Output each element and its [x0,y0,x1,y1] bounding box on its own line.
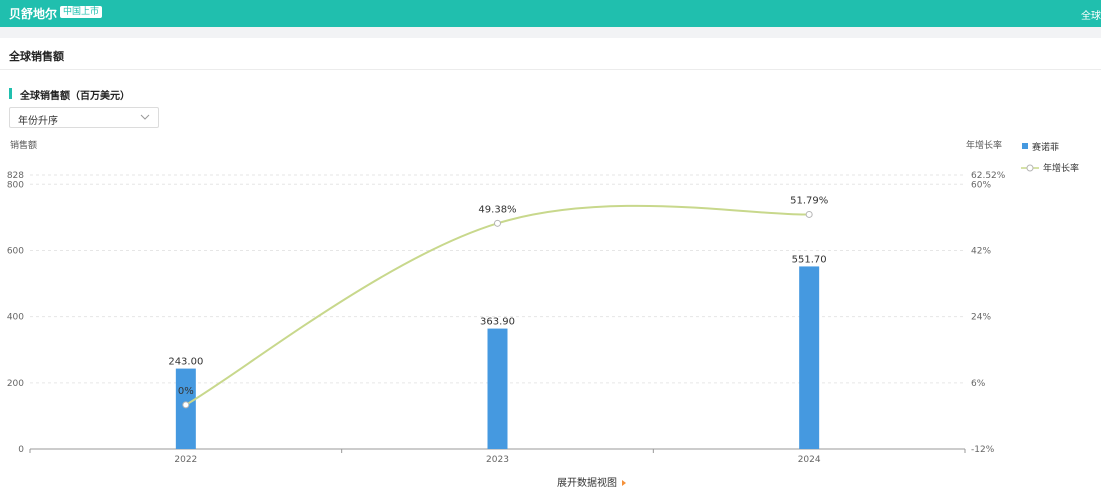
chevron-down-icon [140,114,150,120]
legend-line-marker [1026,164,1034,172]
growth-value-label: 0% [178,386,194,397]
bar-2022 [175,368,196,449]
y2-tick-label: -12% [971,445,995,455]
growth-value-label: 51.79% [790,195,828,206]
y-tick-label: 200 [7,379,24,389]
y-axis-title: 销售额 [10,139,37,151]
legend-bar-swatch [1022,143,1028,149]
expand-data-view-label: 展开数据视图 [557,478,617,489]
sales-chart: 销售额 年增长率0200400600800828-12%6%24%42%60%62… [7,139,1079,465]
y-tick-label: 600 [7,246,24,256]
y2-tick-label: 62.52% [971,171,1006,181]
bar-value-label: 551.70 [792,254,827,265]
chart-subtitle: 全球销售额（百万美元） [20,91,130,102]
y-tick-label: 0 [18,445,24,455]
bar-value-label: 243.00 [168,357,203,368]
brand-name: 贝舒地尔 [9,7,58,21]
listing-status-badge: 中国上市 [60,6,103,18]
y2-tick-label: 60% [971,180,991,190]
caret-right-icon [622,480,626,486]
legend-line-label: 年增长率 [1043,162,1079,174]
sort-order-select[interactable]: 年份升序 [9,107,159,128]
top-header-bar: 贝舒地尔 中国上市 全球 [0,0,1101,27]
section-title: 全球销售额 [9,50,64,63]
x-tick-label: 2022 [174,455,197,465]
subtitle-accent-bar [9,88,12,99]
sort-order-value: 年份升序 [18,116,58,127]
legend-bar-label: 赛诺菲 [1032,141,1059,153]
section-divider [0,69,1101,70]
y2-tick-label: 24% [971,313,991,323]
expand-data-view-link[interactable]: 展开数据视图 [557,474,626,489]
y2-tick-label: 6% [971,379,986,389]
y-tick-label: 800 [7,180,24,190]
header-right-link[interactable]: 全球 [1081,7,1101,22]
x-tick-label: 2023 [486,455,509,465]
bar-value-label: 363.90 [480,317,515,328]
bar-2024 [799,266,820,449]
growth-point-2022 [182,401,190,409]
y2-axis-title: 年增长率 [966,139,1002,151]
y-tick-label: 400 [7,313,24,323]
growth-value-label: 49.38% [478,204,516,215]
growth-point-2023 [494,219,501,227]
y2-tick-label: 42% [971,246,991,256]
bar-2023 [487,328,508,449]
x-tick-label: 2024 [798,455,821,465]
header-gap [0,27,1101,38]
y-tick-label: 828 [7,171,24,181]
growth-point-2024 [805,210,813,218]
